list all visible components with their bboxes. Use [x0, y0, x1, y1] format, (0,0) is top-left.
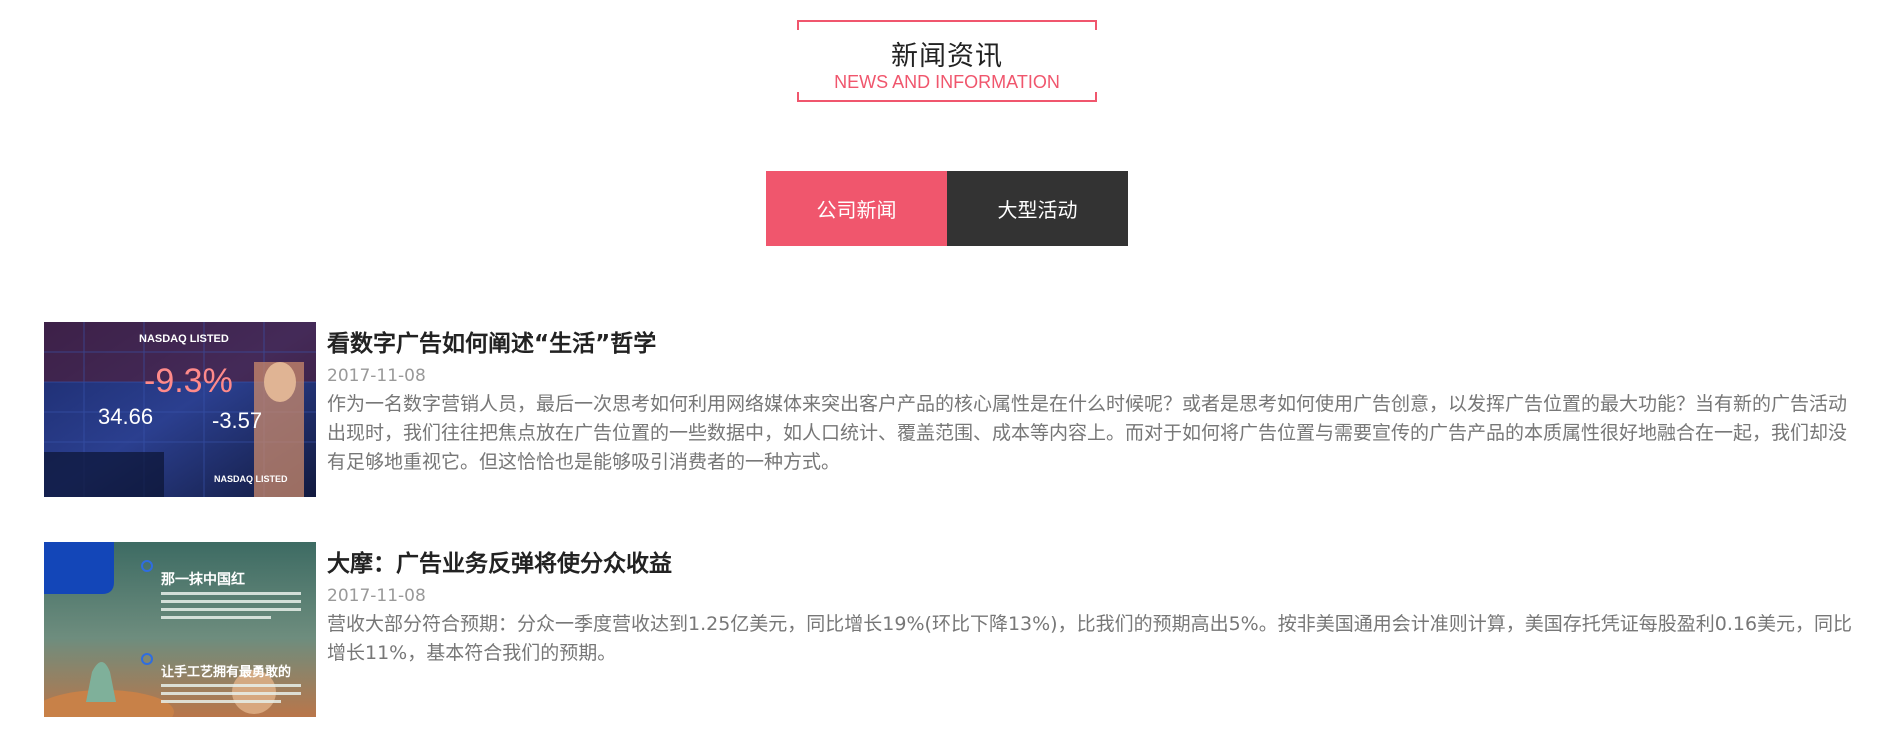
section-subtitle: NEWS AND INFORMATION [834, 72, 1060, 92]
image-text-4: -3.57 [212, 408, 262, 433]
image-text-2: -9.3% [144, 362, 233, 400]
news-date: 2017-11-08 [327, 586, 426, 606]
tab-events[interactable]: 大型活动 [947, 171, 1128, 246]
news-summary: 作为一名数字营销人员，最后一次思考如何利用网络媒体来突出客户产品的核心属性是在什… [327, 393, 1848, 473]
news-item: NASDAQ LISTED -9.3% 34.66 -3.57 NASDAQ L… [44, 322, 1854, 498]
news-item: 那一抹中国红 让手工艺拥有最勇敢的 大摩：广告业务反弹将使分众收益 2017-1… [44, 542, 1854, 718]
section-heading: 新闻资讯 NEWS AND INFORMATION [797, 20, 1097, 102]
image-text-1: 那一抹中国红 [161, 571, 245, 588]
heading-frame-top [797, 20, 1097, 30]
news-body: 大摩：广告业务反弹将使分众收益 2017-11-08 营收大部分符合预期：分众一… [327, 542, 1854, 668]
image-text-5: NASDAQ LISTED [214, 474, 288, 484]
news-summary: 营收大部分符合预期：分众一季度营收达到1.25亿美元，同比增长19%(环比下降1… [327, 613, 1853, 664]
heading-frame-bottom [797, 92, 1097, 102]
section-title: 新闻资讯 [891, 41, 1003, 72]
tab-company-news[interactable]: 公司新闻 [766, 171, 947, 246]
news-thumbnail-craft[interactable]: 那一抹中国红 让手工艺拥有最勇敢的 [44, 542, 316, 717]
craft-image: 那一抹中国红 让手工艺拥有最勇敢的 [44, 542, 316, 717]
stock-market-image: NASDAQ LISTED -9.3% 34.66 -3.57 NASDAQ L… [44, 322, 316, 497]
image-text-3: 34.66 [98, 404, 153, 429]
news-thumbnail-stock-market[interactable]: NASDAQ LISTED -9.3% 34.66 -3.57 NASDAQ L… [44, 322, 316, 497]
news-title[interactable]: 大摩：广告业务反弹将使分众收益 [327, 546, 1854, 582]
image-text-2: 让手工艺拥有最勇敢的 [161, 664, 291, 680]
news-body: 看数字广告如何阐述“生活”哲学 2017-11-08 作为一名数字营销人员，最后… [327, 322, 1854, 477]
image-text-1: NASDAQ LISTED [139, 333, 229, 345]
news-tabs: 公司新闻 大型活动 [766, 171, 1128, 246]
news-date: 2017-11-08 [327, 366, 426, 386]
news-title[interactable]: 看数字广告如何阐述“生活”哲学 [327, 326, 1854, 362]
